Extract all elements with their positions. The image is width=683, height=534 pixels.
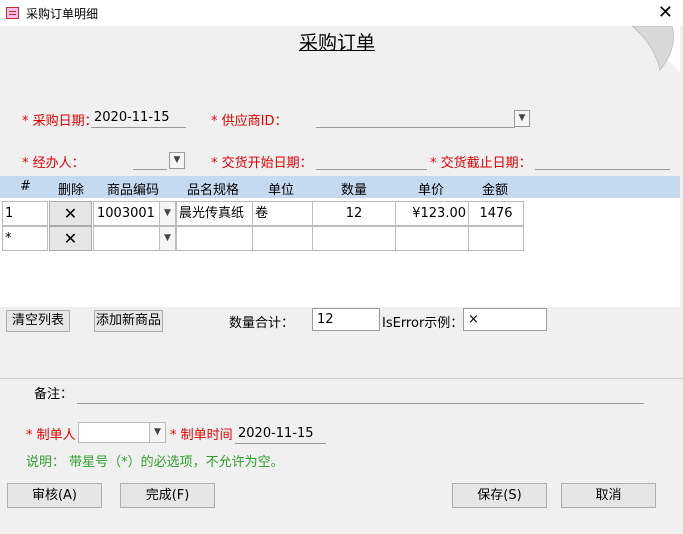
qty-total-label: 数量合计： [229, 316, 295, 331]
handler-combo[interactable] [133, 151, 167, 170]
window-title: 采购订单明细 [26, 7, 99, 21]
unit-cell[interactable] [252, 226, 313, 251]
review-button[interactable]: 审核(A) [7, 483, 102, 508]
amount-cell: 1476 [468, 201, 524, 226]
purchase-date-label: * 采购日期： [22, 114, 98, 129]
row-index: * [2, 226, 48, 251]
creator-combo[interactable]: ▼ [78, 422, 166, 443]
qty-total-field: 12 [312, 308, 380, 331]
name-cell[interactable] [176, 226, 253, 251]
price-cell[interactable] [395, 226, 469, 251]
add-product-button[interactable]: 添加新商品 [94, 310, 163, 332]
qty-cell[interactable]: 12 [312, 201, 396, 226]
title-bar: 采购订单明细 ✕ [0, 0, 683, 27]
cancel-button[interactable]: 取消 [561, 483, 656, 508]
col-code: 商品编码 [107, 183, 160, 198]
qty-cell[interactable] [312, 226, 396, 251]
note-text: 说明： 带星号（*）的必选项，不允许为空。 [26, 455, 284, 470]
done-button[interactable]: 完成(F) [120, 483, 215, 508]
amount-cell [468, 226, 524, 251]
code-combo[interactable]: 1003001 ▼ [93, 201, 176, 226]
handler-label: * 经办人： [22, 156, 85, 171]
chevron-down-icon[interactable]: ▼ [159, 202, 175, 225]
supplier-id-label: * 供应商ID： [211, 114, 288, 129]
page-title: 采购订单 [299, 33, 376, 54]
iserror-field: × [463, 308, 547, 331]
remarks-label: 备注： [34, 387, 74, 402]
price-cell[interactable]: ¥123.00 [395, 201, 469, 226]
iserror-label: IsError示例： [382, 316, 464, 331]
col-price: 单价 [418, 183, 445, 198]
close-icon[interactable]: ✕ [658, 2, 673, 23]
col-unit: 单位 [268, 183, 295, 198]
purchase-date-field[interactable]: 2020-11-15 [91, 109, 186, 128]
chevron-down-icon[interactable]: ▼ [159, 227, 175, 250]
col-name: 品名规格 [187, 183, 240, 198]
delivery-start-field[interactable] [316, 151, 427, 170]
chevron-down-icon[interactable]: ▼ [514, 110, 530, 127]
grid-body: 1 ✕ 1003001 ▼ 晨光传真纸 卷 12 ¥123.00 1476 * … [0, 198, 680, 307]
row-index: 1 [2, 201, 48, 226]
close-icon[interactable]: ✕ [49, 201, 92, 226]
form-icon [6, 7, 19, 19]
col-index: # [20, 179, 31, 194]
separator [0, 378, 683, 379]
creator-label: * 制单人 [26, 428, 76, 443]
chevron-down-icon[interactable]: ▼ [149, 423, 165, 442]
supplier-id-combo[interactable] [316, 109, 515, 128]
col-qty: 数量 [341, 183, 368, 198]
unit-cell[interactable]: 卷 [252, 201, 313, 226]
create-time-label: * 制单时间 [170, 428, 233, 443]
create-time-field[interactable]: 2020-11-15 [235, 425, 326, 444]
name-cell[interactable]: 晨光传真纸 [176, 201, 253, 226]
delivery-end-label: * 交货截止日期： [430, 156, 532, 171]
code-value: 1003001 [97, 206, 155, 221]
chevron-down-icon[interactable]: ▼ [169, 152, 185, 169]
delivery-start-label: * 交货开始日期： [211, 156, 313, 171]
code-combo[interactable]: ▼ [93, 226, 176, 251]
remarks-field[interactable] [77, 385, 644, 404]
close-icon[interactable]: ✕ [49, 226, 92, 251]
delivery-end-field[interactable] [535, 151, 670, 170]
save-button[interactable]: 保存(S) [452, 483, 547, 508]
grid-header: # 删除 商品编码 品名规格 单位 数量 单价 金额 [0, 176, 680, 198]
order-form: 采购订单 * 采购日期： 2020-11-15 * 供应商ID： ▼ * 经办人… [0, 26, 683, 534]
col-amount: 金额 [482, 183, 509, 198]
clear-list-button[interactable]: 清空列表 [6, 310, 70, 332]
page-curl-icon [632, 26, 680, 72]
col-delete: 删除 [58, 183, 85, 198]
